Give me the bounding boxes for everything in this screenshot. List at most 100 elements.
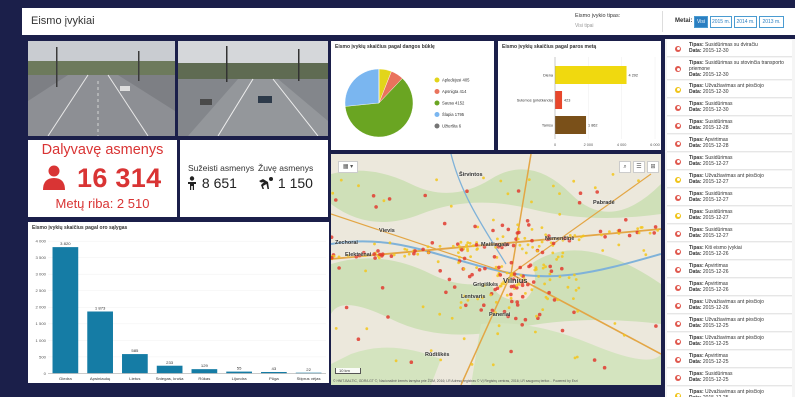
zoom-search-icon[interactable]: ⌕ — [619, 161, 631, 173]
event-list-item[interactable]: Tipas: Susidūrimas Data: 2015-12-27 — [667, 225, 792, 242]
accident-marker[interactable] — [617, 243, 621, 247]
accident-marker[interactable] — [517, 227, 520, 231]
accident-marker[interactable] — [577, 200, 582, 205]
accident-marker[interactable] — [465, 189, 469, 193]
accident-marker[interactable] — [548, 272, 552, 276]
accident-marker[interactable] — [514, 316, 518, 321]
accident-marker[interactable] — [556, 255, 560, 259]
accident-marker[interactable] — [416, 252, 420, 256]
accident-marker[interactable] — [567, 276, 571, 279]
accident-marker[interactable] — [479, 308, 483, 312]
accident-marker[interactable] — [518, 265, 522, 270]
accident-marker[interactable] — [451, 244, 455, 248]
accident-marker[interactable] — [541, 266, 545, 270]
accident-marker[interactable] — [372, 252, 376, 256]
accident-marker[interactable] — [475, 248, 479, 251]
accident-marker[interactable] — [373, 242, 376, 246]
time-bar-2[interactable] — [555, 116, 587, 134]
time-bar-1[interactable] — [555, 91, 563, 109]
accident-marker[interactable] — [468, 241, 472, 245]
accident-marker[interactable] — [656, 229, 660, 232]
accident-marker[interactable] — [483, 266, 487, 271]
accident-marker[interactable] — [394, 359, 398, 363]
accident-marker[interactable] — [573, 273, 576, 277]
accident-marker[interactable] — [382, 199, 386, 203]
accident-marker[interactable] — [373, 256, 377, 260]
accident-marker[interactable] — [537, 275, 540, 278]
accident-marker[interactable] — [537, 244, 541, 248]
accident-marker[interactable] — [457, 261, 460, 265]
accident-marker[interactable] — [523, 236, 527, 240]
accident-marker[interactable] — [464, 245, 468, 248]
accident-marker[interactable] — [541, 308, 545, 311]
accident-marker[interactable] — [409, 360, 414, 364]
accident-marker[interactable] — [523, 317, 528, 322]
pie-slice-3[interactable] — [344, 68, 380, 107]
event-list-item[interactable]: Tipas: Užvažiavimas ant pėsčiojoData: 20… — [667, 81, 792, 98]
accident-marker[interactable] — [602, 365, 607, 370]
accident-marker[interactable] — [530, 238, 534, 243]
accident-marker[interactable] — [457, 244, 461, 248]
accident-marker[interactable] — [469, 255, 472, 258]
accident-marker[interactable] — [464, 303, 468, 308]
accident-marker[interactable] — [648, 231, 652, 235]
accident-marker[interactable] — [572, 297, 575, 300]
accident-marker[interactable] — [450, 316, 454, 320]
accident-marker[interactable] — [505, 271, 509, 275]
accident-marker[interactable] — [492, 255, 497, 259]
accident-marker[interactable] — [482, 303, 486, 307]
accident-marker[interactable] — [558, 192, 561, 195]
accident-marker[interactable] — [636, 227, 640, 230]
accident-marker[interactable] — [452, 285, 457, 289]
year-button-2013[interactable]: 2013 m. — [759, 16, 784, 28]
accident-marker[interactable] — [540, 240, 544, 244]
accident-marker[interactable] — [516, 237, 520, 241]
accident-marker[interactable] — [334, 327, 338, 330]
accident-marker[interactable] — [374, 205, 378, 209]
year-button-2015[interactable]: 2015 m. — [710, 16, 732, 28]
accident-marker[interactable] — [551, 241, 556, 246]
accident-marker[interactable] — [499, 179, 503, 183]
accident-marker[interactable] — [494, 300, 498, 304]
accident-marker[interactable] — [595, 190, 599, 194]
accident-marker[interactable] — [430, 241, 435, 245]
event-list-item[interactable]: Tipas: Susidūrimas su stovinčia transpor… — [667, 58, 792, 80]
event-list[interactable]: Tipas: Susidūrimas su dviračiu Data: 2015… — [665, 39, 795, 397]
accident-marker[interactable] — [509, 292, 513, 297]
accident-marker[interactable] — [642, 249, 646, 252]
accident-marker[interactable] — [551, 251, 555, 255]
accident-marker[interactable] — [505, 293, 509, 297]
accident-marker[interactable] — [577, 286, 581, 290]
accident-marker[interactable] — [392, 253, 396, 257]
accident-marker[interactable] — [365, 327, 369, 331]
accident-marker[interactable] — [527, 223, 531, 227]
accident-marker[interactable] — [423, 193, 427, 198]
grid-view-icon[interactable]: ⊞ — [647, 161, 659, 173]
accident-marker[interactable] — [544, 265, 547, 269]
accident-marker[interactable] — [593, 186, 597, 190]
accident-marker[interactable] — [331, 191, 335, 195]
accident-marker[interactable] — [622, 333, 626, 337]
accident-marker[interactable] — [627, 233, 632, 238]
event-list-item[interactable]: Tipas: Apvirtimas Data: 2015-12-28 — [667, 135, 792, 152]
traffic-camera-2[interactable] — [178, 41, 328, 136]
event-list-item[interactable]: Tipas: Užvažiavimas ant pėsčiojoData: 20… — [667, 297, 792, 314]
accident-marker[interactable] — [506, 227, 511, 232]
accident-marker[interactable] — [438, 244, 442, 248]
event-list-item[interactable]: Tipas: Apvirtimas Data: 2015-12-25 — [667, 351, 792, 368]
accident-marker[interactable] — [474, 243, 479, 247]
event-list-item[interactable]: Tipas: Susidūrimas Data: 2015-12-27 — [667, 153, 792, 170]
accident-marker[interactable] — [566, 285, 570, 289]
accident-marker[interactable] — [500, 223, 505, 228]
accident-marker[interactable] — [460, 248, 464, 252]
accident-marker[interactable] — [561, 251, 565, 255]
accident-marker[interactable] — [344, 305, 349, 310]
accident-marker[interactable] — [447, 277, 452, 282]
accident-marker[interactable] — [511, 243, 516, 248]
accident-marker[interactable] — [526, 243, 530, 247]
accident-marker[interactable] — [459, 301, 463, 304]
event-list-item[interactable]: Tipas: Užvažiavimas ant pėsčiojoData: 20… — [667, 171, 792, 188]
accident-marker[interactable] — [572, 310, 576, 315]
accident-marker[interactable] — [337, 255, 341, 259]
accident-marker[interactable] — [498, 284, 502, 288]
